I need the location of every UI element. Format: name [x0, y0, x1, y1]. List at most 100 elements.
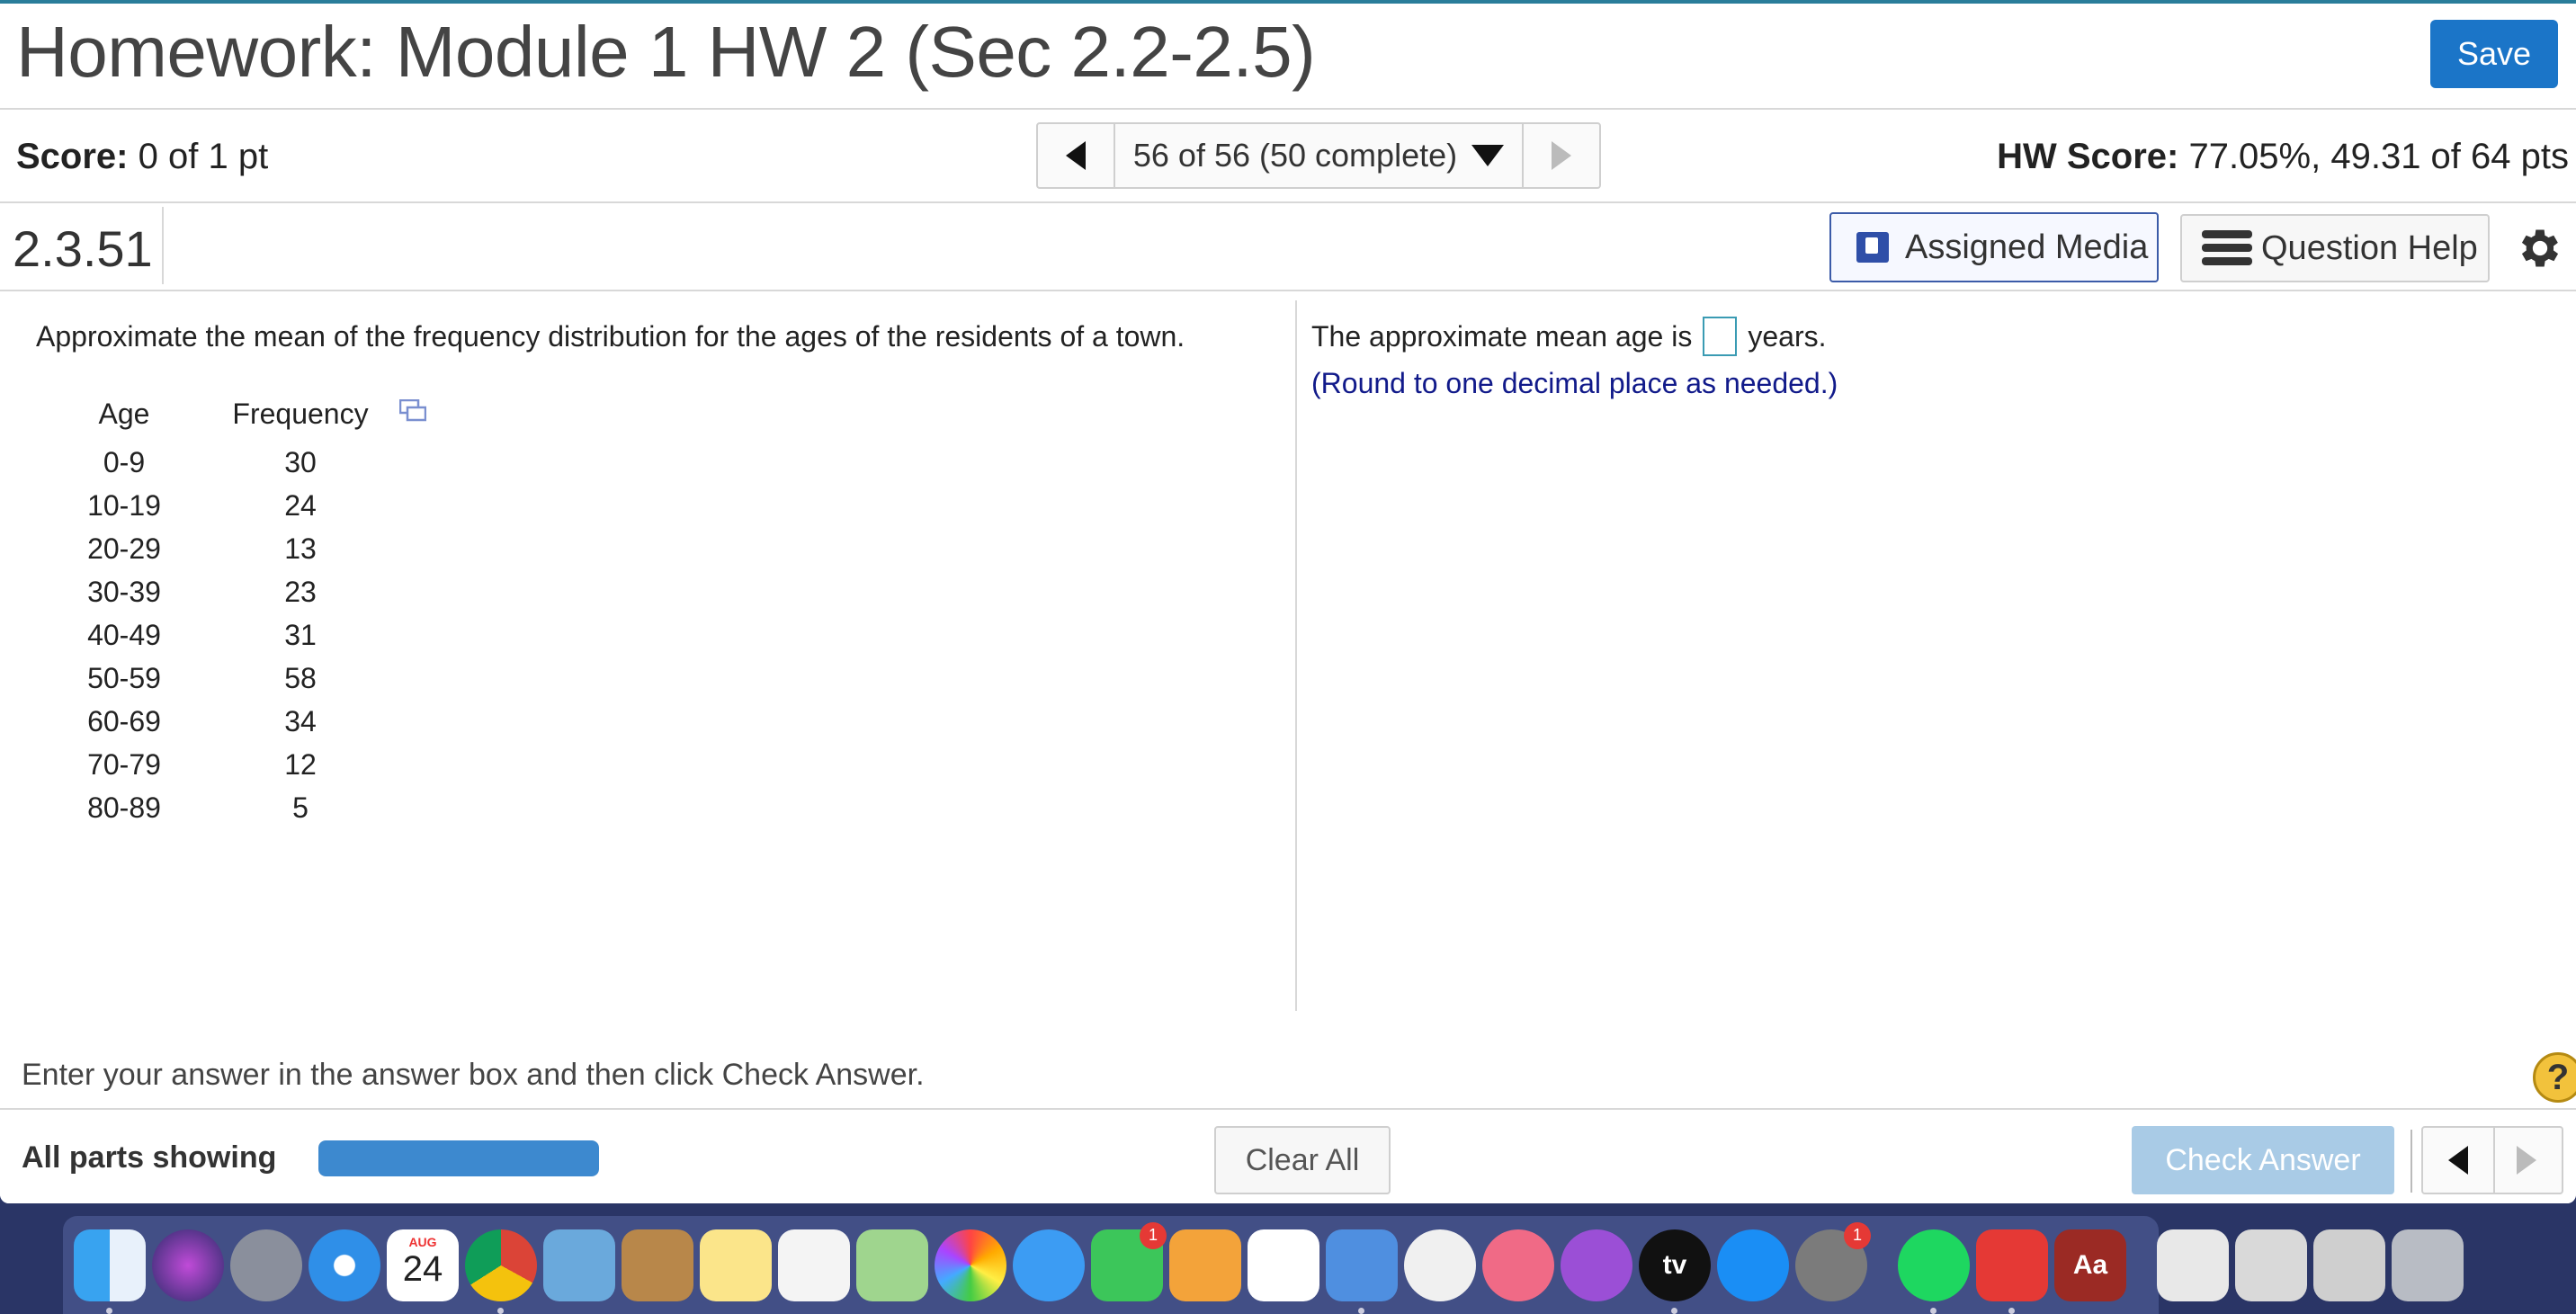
assigned-media-label: Assigned Media	[1905, 228, 2149, 266]
parts-progress-fill	[318, 1140, 599, 1176]
messages-icon[interactable]	[1013, 1229, 1085, 1301]
launchpad-icon[interactable]	[230, 1229, 302, 1301]
table-row: 0-9 30	[54, 441, 407, 484]
notes-icon[interactable]	[700, 1229, 772, 1301]
assigned-media-button[interactable]: Assigned Media	[1829, 212, 2159, 282]
score: Score: 0 of 1 pt	[16, 137, 268, 177]
question-help-button[interactable]: Question Help	[2180, 214, 2490, 282]
mail-icon[interactable]	[543, 1229, 615, 1301]
frequency-cell: 23	[284, 575, 317, 608]
previous-question-button[interactable]	[2423, 1128, 2495, 1193]
tv-label: tv	[1662, 1249, 1687, 1280]
podcasts-icon[interactable]	[1561, 1229, 1632, 1301]
chrome-icon[interactable]	[465, 1229, 537, 1314]
age-cell: 0-9	[103, 445, 146, 478]
question-toolbar: 2.3.51 Assigned Media Question Help	[0, 203, 2576, 291]
dock: AUG 24 1 tv 1 Aa	[63, 1216, 2464, 1314]
answer-suffix: years.	[1748, 319, 1827, 353]
finder-icon[interactable]	[74, 1229, 146, 1314]
system-preferences-icon[interactable]: 1	[1795, 1221, 1871, 1301]
numbers-icon[interactable]	[1248, 1229, 1319, 1301]
calendar-day: 24	[402, 1248, 443, 1289]
frequency-cell: 30	[284, 445, 317, 478]
preview-icon[interactable]	[2157, 1229, 2229, 1301]
arrow-left-icon	[1066, 141, 1086, 170]
parts-progress	[318, 1140, 599, 1176]
bottom-question-navigator	[2421, 1126, 2563, 1194]
keynote-icon[interactable]	[1326, 1229, 1398, 1314]
photos-icon[interactable]	[935, 1229, 1006, 1301]
instructions: Enter your answer in the answer box and …	[22, 1058, 925, 1092]
frequency-cell: 24	[284, 488, 317, 522]
previous-question-button[interactable]	[1038, 124, 1115, 187]
screenshot-icon[interactable]	[2235, 1229, 2307, 1301]
answer-pane: The approximate mean age is years. (Roun…	[1311, 300, 2553, 1011]
browser-content: Homework: Module 1 HW 2 (Sec 2.2-2.5) Sa…	[0, 0, 2576, 1203]
calendar-month: AUG	[408, 1234, 437, 1249]
app-store-icon[interactable]	[1717, 1229, 1789, 1301]
trash-icon[interactable]	[2392, 1229, 2464, 1301]
maps-icon[interactable]	[856, 1229, 928, 1301]
pages-icon[interactable]	[1169, 1229, 1241, 1301]
check-answer-button[interactable]: Check Answer	[2132, 1126, 2394, 1194]
table-row: 40-49 31	[54, 613, 407, 657]
siri-icon[interactable]	[152, 1229, 224, 1301]
dictionary-icon[interactable]: Aa	[2054, 1229, 2126, 1301]
tv-icon[interactable]: tv	[1639, 1229, 1711, 1314]
dictionary-label: Aa	[2072, 1249, 2108, 1280]
clear-all-button[interactable]: Clear All	[1214, 1126, 1391, 1194]
next-question-button[interactable]	[1522, 124, 1599, 187]
help-icon[interactable]: ?	[2533, 1052, 2576, 1103]
pane-divider	[1295, 300, 1297, 1011]
column-header-age: Age	[98, 397, 150, 430]
score-bar: Score: 0 of 1 pt 56 of 56 (50 complete) …	[0, 110, 2576, 203]
calendar-icon[interactable]: AUG 24	[387, 1229, 459, 1301]
rounding-note: (Round to one decimal place as needed.)	[1311, 367, 1838, 399]
frequency-cell: 34	[284, 704, 317, 737]
table-row: 70-79 12	[54, 743, 407, 786]
hw-score: HW Score: 77.05%, 49.31 of 64 pts	[1997, 137, 2569, 177]
age-cell: 70-79	[87, 747, 161, 781]
next-question-button[interactable]	[2491, 1128, 2562, 1193]
age-cell: 50-59	[87, 661, 161, 694]
question-pane: Approximate the mean of the frequency di…	[0, 300, 1295, 1011]
facetime-icon[interactable]: 1	[1091, 1221, 1167, 1301]
frequency-cell: 5	[292, 791, 309, 824]
facetime-badge: 1	[1140, 1221, 1167, 1249]
music-icon[interactable]	[1482, 1229, 1554, 1301]
news-icon[interactable]	[1404, 1229, 1476, 1301]
reminders-icon[interactable]	[778, 1229, 850, 1301]
bottom-bar: All parts showing Clear All Check Answer	[0, 1108, 2576, 1203]
hw-score-label: HW Score:	[1997, 137, 2179, 176]
question-prompt: Approximate the mean of the frequency di…	[36, 320, 1185, 353]
question-selector-dropdown[interactable]: 56 of 56 (50 complete)	[1114, 124, 1524, 187]
screenshot-icon-2[interactable]	[2313, 1229, 2385, 1301]
spotify-icon[interactable]	[1898, 1229, 1970, 1314]
age-cell: 30-39	[87, 575, 161, 608]
table-row: 80-89 5	[54, 786, 407, 829]
copy-table-icon[interactable]	[399, 399, 426, 423]
answer-input[interactable]	[1703, 317, 1738, 356]
title-bar: Homework: Module 1 HW 2 (Sec 2.2-2.5) Sa…	[0, 4, 2576, 110]
column-header-frequency: Frequency	[232, 397, 369, 430]
answer-prefix: The approximate mean age is	[1311, 319, 1693, 353]
table-row: 30-39 23	[54, 570, 407, 613]
arrow-right-icon	[1552, 141, 1571, 170]
divider	[2411, 1130, 2412, 1193]
table-row: 10-19 24	[54, 484, 407, 527]
save-button[interactable]: Save	[2430, 20, 2558, 88]
list-icon	[2202, 230, 2252, 266]
age-cell: 80-89	[87, 791, 161, 824]
contacts-icon[interactable]	[622, 1229, 693, 1301]
frequency-table: Age Frequency 0-9 30 10-19 24 20-29 13 30-3…	[54, 387, 407, 829]
arrow-right-icon	[2517, 1146, 2536, 1175]
score-label: Score:	[16, 137, 129, 176]
hw-score-value: 77.05%, 49.31 of 64 pts	[2188, 137, 2569, 176]
gear-icon[interactable]	[2515, 223, 2565, 273]
media-icon	[1856, 232, 1889, 263]
frequency-cell: 13	[284, 532, 317, 565]
age-cell: 40-49	[87, 618, 161, 651]
question-navigator: 56 of 56 (50 complete)	[1036, 122, 1601, 189]
safari-icon[interactable]	[309, 1229, 380, 1301]
vpn-icon[interactable]	[1976, 1229, 2048, 1314]
